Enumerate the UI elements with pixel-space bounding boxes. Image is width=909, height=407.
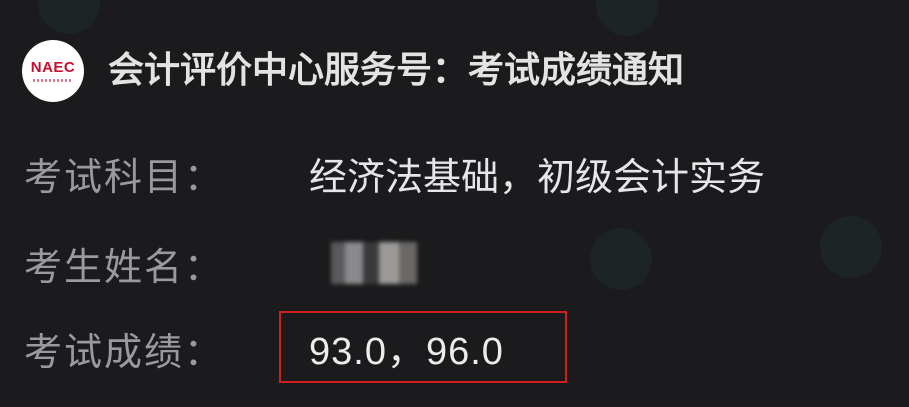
score-notification-card: NAEC 会计评价中心服务号：考试成绩通知 考试科目： 经济法基础，初级会计实务… bbox=[0, 0, 909, 407]
exam-score-value: 93.0，96.0 bbox=[309, 330, 504, 373]
exam-subject-value: 经济法基础，初级会计实务 bbox=[309, 154, 766, 199]
exam-subject-row: 考试科目： 经济法基础，初级会计实务 bbox=[24, 143, 765, 203]
exam-subject-label: 考试科目： bbox=[24, 154, 225, 199]
score-highlight-box: 93.0，96.0 bbox=[279, 311, 567, 383]
naec-logo: NAEC bbox=[22, 40, 84, 102]
logo-text: NAEC bbox=[30, 59, 76, 76]
notification-header: NAEC 会计评价中心服务号：考试成绩通知 bbox=[22, 40, 684, 102]
exam-score-label: 考试成绩： bbox=[24, 329, 225, 374]
notification-title: 会计评价中心服务号：考试成绩通知 bbox=[108, 50, 685, 91]
logo-subtitle-strip bbox=[33, 79, 73, 82]
exam-score-row: 考试成绩： bbox=[24, 318, 309, 378]
candidate-name-label: 考生姓名： bbox=[24, 244, 225, 289]
candidate-name-redacted bbox=[331, 242, 417, 284]
candidate-name-row: 考生姓名： bbox=[24, 233, 417, 293]
